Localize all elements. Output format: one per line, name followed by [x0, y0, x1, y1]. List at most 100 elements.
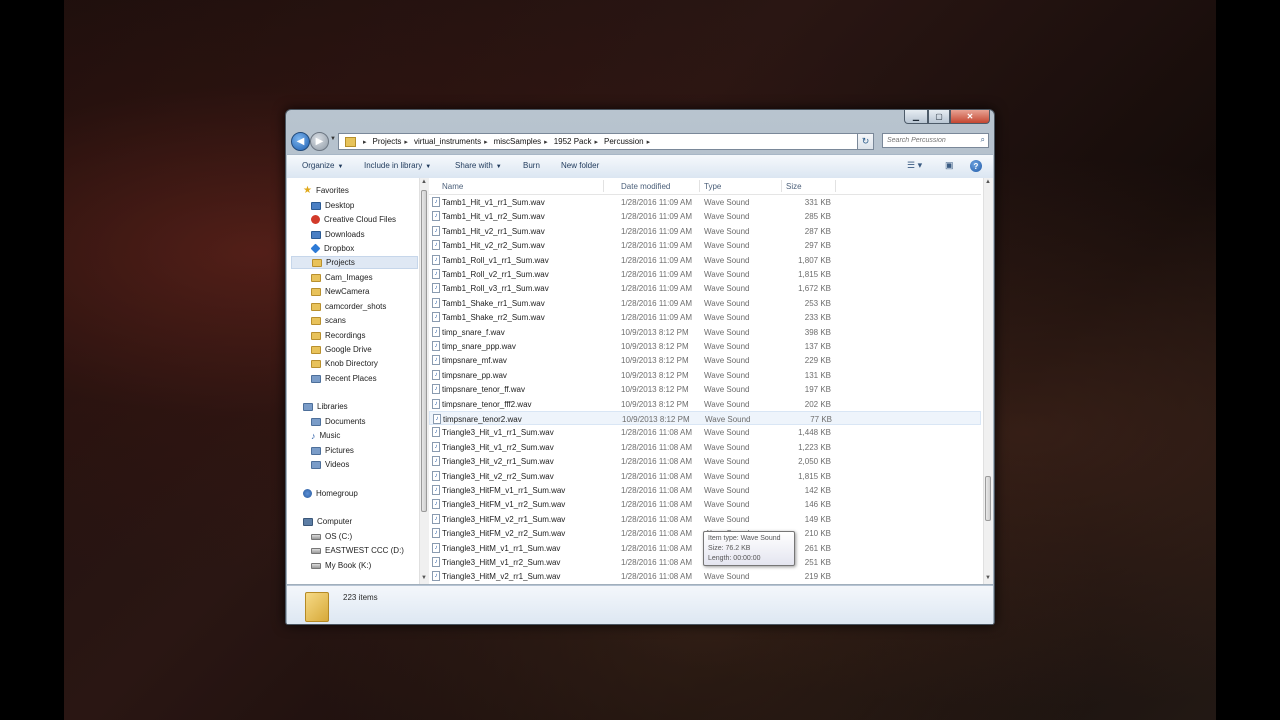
- file-row[interactable]: ♪ timp_snare_f.wav 10/9/2013 8:12 PM Wave S…: [429, 325, 981, 339]
- file-row[interactable]: ♪ Tamb1_Hit_v1_rr2_Sum.wav 1/28/2016 11:09…: [429, 209, 981, 223]
- chevron-right-icon[interactable]: ▸: [647, 138, 651, 146]
- chevron-right-icon[interactable]: ▸: [544, 138, 548, 146]
- chevron-right-icon[interactable]: ▸: [404, 138, 408, 146]
- back-button[interactable]: ◀: [291, 132, 310, 151]
- navigation-bar: ◀ ▶ ▼ ▸ Projects ▸ virtual_instruments ▸ m…: [291, 131, 989, 151]
- nav-cam-images[interactable]: Cam_Images: [311, 271, 373, 284]
- search-icon[interactable]: ⌕: [981, 135, 985, 145]
- file-row[interactable]: ♪ timp_snare_ppp.wav 10/9/2013 8:12 PM Wave…: [429, 339, 981, 353]
- file-list-scrollbar[interactable]: ▲ ▼: [983, 178, 993, 584]
- file-row[interactable]: ♪ Tamb1_Roll_v2_rr1_Sum.wav 1/28/2016 11:0…: [429, 267, 981, 281]
- nav-desktop[interactable]: Desktop: [311, 199, 354, 212]
- nav-recordings[interactable]: Recordings: [311, 329, 365, 342]
- file-row[interactable]: ♪ Tamb1_Shake_rr1_Sum.wav 1/28/2016 11:09 …: [429, 296, 981, 310]
- file-row[interactable]: ♪ Triangle3_Hit_v2_rr2_Sum.wav 1/28/2016 1…: [429, 469, 981, 483]
- share-with-button[interactable]: Share with ▼: [455, 161, 502, 170]
- minimize-button[interactable]: ▁: [904, 110, 928, 124]
- scroll-up-icon[interactable]: ▲: [421, 179, 427, 185]
- file-name: Triangle3_Hit_v1_rr2_Sum.wav: [442, 442, 554, 452]
- file-row[interactable]: ♪ Triangle3_Hit_v1_rr2_Sum.wav 1/28/2016 1…: [429, 440, 981, 454]
- wave-file-icon: ♪: [432, 384, 440, 395]
- burn-button[interactable]: Burn: [523, 161, 540, 170]
- maximize-button[interactable]: ▢: [928, 110, 950, 124]
- nav-newcamera[interactable]: NewCamera: [311, 285, 369, 298]
- breadcrumb-1952-pack[interactable]: 1952 Pack ▸: [551, 137, 601, 146]
- breadcrumb-percussion[interactable]: Percussion ▸: [601, 137, 653, 146]
- nav-pictures[interactable]: Pictures: [311, 444, 354, 457]
- file-type: Wave Sound: [704, 212, 750, 222]
- column-divider[interactable]: [835, 180, 836, 192]
- breadcrumb-miscsamples[interactable]: miscSamples ▸: [491, 137, 551, 146]
- breadcrumb-projects[interactable]: Projects ▸: [370, 137, 411, 146]
- folder-icon: [311, 359, 321, 368]
- nav-scrollbar[interactable]: ▲ ▼: [419, 178, 429, 584]
- file-row[interactable]: ♪ Tamb1_Hit_v1_rr1_Sum.wav 1/28/2016 11:09…: [429, 195, 981, 209]
- column-divider[interactable]: [781, 180, 782, 192]
- nav-google-drive[interactable]: Google Drive: [311, 343, 372, 356]
- nav-documents[interactable]: Documents: [311, 415, 365, 428]
- breadcrumb-virtual-instruments[interactable]: virtual_instruments ▸: [411, 137, 491, 146]
- new-folder-button[interactable]: New folder: [561, 161, 599, 170]
- file-row[interactable]: ♪ Triangle3_HitFM_v1_rr1_Sum.wav 1/28/2016…: [429, 483, 981, 497]
- scroll-down-icon[interactable]: ▼: [421, 575, 427, 581]
- nav-libraries[interactable]: Libraries: [303, 400, 348, 413]
- nav-os-c[interactable]: OS (C:): [311, 530, 352, 543]
- organize-button[interactable]: Organize ▼: [302, 161, 343, 170]
- nav-scans[interactable]: scans: [311, 314, 346, 327]
- search-box[interactable]: ⌕: [882, 133, 989, 148]
- file-row[interactable]: ♪ Triangle3_HitFM_v1_rr2_Sum.wav 1/28/2016…: [429, 497, 981, 511]
- file-row[interactable]: ♪ timpsnare_tenor_ff.wav 10/9/2013 8:12 PM…: [429, 382, 981, 396]
- file-row[interactable]: ♪ Triangle3_Hit_v1_rr1_Sum.wav 1/28/2016 1…: [429, 425, 981, 439]
- file-row[interactable]: ♪ timpsnare_tenor2.wav 10/9/2013 8:12 PM Wa…: [429, 411, 981, 425]
- nav-scrollbar-thumb[interactable]: [421, 190, 427, 512]
- nav-videos[interactable]: Videos: [311, 458, 349, 471]
- column-date-modified[interactable]: Date modified: [621, 182, 670, 191]
- address-bar[interactable]: ▸ Projects ▸ virtual_instruments ▸ miscSam…: [338, 133, 874, 150]
- file-row[interactable]: ♪ timpsnare_tenor_fff2.wav 10/9/2013 8:12 …: [429, 397, 981, 411]
- details-pane: 223 items: [287, 585, 993, 624]
- column-type[interactable]: Type: [704, 182, 721, 191]
- file-row[interactable]: ♪ Triangle3_Hit_v2_rr1_Sum.wav 1/28/2016 1…: [429, 454, 981, 468]
- forward-button[interactable]: ▶: [310, 132, 329, 151]
- column-name[interactable]: Name: [442, 182, 463, 191]
- nav-homegroup[interactable]: Homegroup: [303, 487, 358, 500]
- nav-mybook-k[interactable]: My Book (K:): [311, 559, 371, 572]
- help-icon[interactable]: ?: [970, 160, 982, 172]
- close-button[interactable]: ✕: [950, 110, 990, 124]
- file-row[interactable]: ♪ timpsnare_mf.wav 10/9/2013 8:12 PM Wave S…: [429, 353, 981, 367]
- nav-music[interactable]: ♪ Music: [311, 429, 340, 442]
- search-input[interactable]: [883, 134, 975, 147]
- file-list-scrollbar-thumb[interactable]: [985, 476, 991, 521]
- file-row[interactable]: ♪ Tamb1_Hit_v2_rr2_Sum.wav 1/28/2016 11:09…: [429, 238, 981, 252]
- nav-projects[interactable]: Projects: [291, 256, 418, 269]
- column-size[interactable]: Size: [786, 182, 802, 191]
- file-name: Tamb1_Hit_v2_rr1_Sum.wav: [442, 226, 545, 236]
- nav-camcorder-shots[interactable]: camcorder_shots: [311, 300, 386, 313]
- nav-knob-directory[interactable]: Knob Directory: [311, 357, 378, 370]
- nav-favorites[interactable]: ★ Favorites: [303, 184, 349, 197]
- nav-recent-places[interactable]: Recent Places: [311, 372, 377, 385]
- scroll-down-icon[interactable]: ▼: [985, 575, 991, 581]
- nav-creative-cloud[interactable]: Creative Cloud Files: [311, 213, 396, 226]
- breadcrumb-root-arrow-icon[interactable]: ▸: [360, 138, 370, 146]
- nav-eastwest-d[interactable]: EASTWEST CCC (D:): [311, 544, 404, 557]
- file-row[interactable]: ♪ timpsnare_pp.wav 10/9/2013 8:12 PM Wave S…: [429, 368, 981, 382]
- chevron-right-icon[interactable]: ▸: [484, 138, 488, 146]
- file-row[interactable]: ♪ Tamb1_Roll_v1_rr1_Sum.wav 1/28/2016 11:0…: [429, 253, 981, 267]
- file-row[interactable]: ♪ Triangle3_HitM_v2_rr1_Sum.wav 1/28/2016 …: [429, 569, 981, 583]
- chevron-right-icon[interactable]: ▸: [595, 138, 599, 146]
- include-in-library-button[interactable]: Include in library ▼: [364, 161, 431, 170]
- nav-downloads[interactable]: Downloads: [311, 228, 365, 241]
- recent-pages-dropdown[interactable]: ▼: [330, 136, 336, 142]
- nav-dropbox[interactable]: Dropbox: [310, 242, 354, 255]
- file-row[interactable]: ♪ Tamb1_Shake_rr2_Sum.wav 1/28/2016 11:09 …: [429, 310, 981, 324]
- file-row[interactable]: ♪ Tamb1_Hit_v2_rr1_Sum.wav 1/28/2016 11:09…: [429, 224, 981, 238]
- view-options-icon[interactable]: ☰ ▾: [907, 160, 922, 171]
- refresh-button[interactable]: ↻: [857, 133, 874, 150]
- preview-pane-icon[interactable]: ▣: [945, 160, 954, 171]
- scroll-up-icon[interactable]: ▲: [985, 179, 991, 185]
- column-divider[interactable]: [699, 180, 700, 192]
- file-row[interactable]: ♪ Tamb1_Roll_v3_rr1_Sum.wav 1/28/2016 11:0…: [429, 281, 981, 295]
- column-divider[interactable]: [603, 180, 604, 192]
- nav-computer[interactable]: Computer: [303, 515, 352, 528]
